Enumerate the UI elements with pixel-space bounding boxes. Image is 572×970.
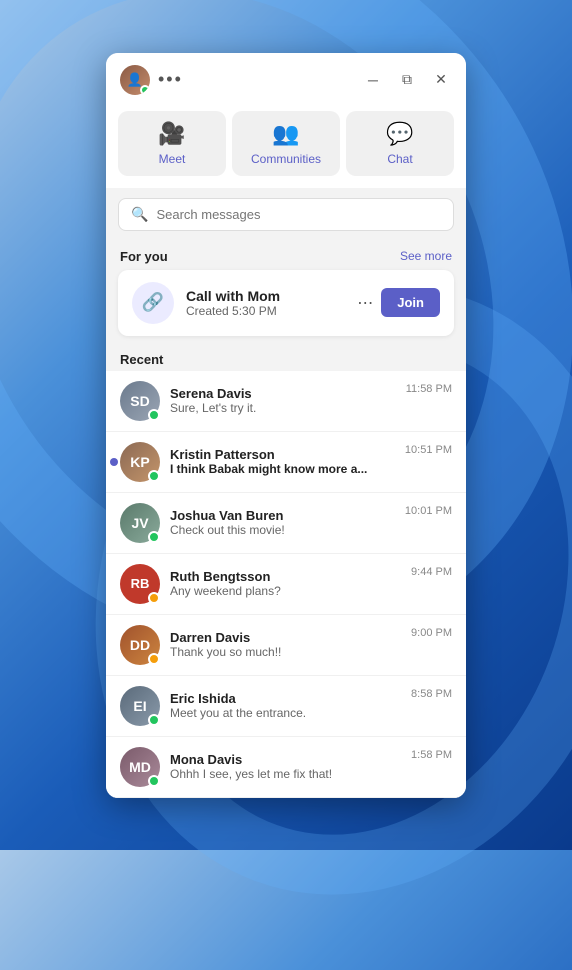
communities-icon: 👥 — [272, 121, 299, 147]
nav-meet-button[interactable]: 🎥 Meet — [118, 111, 226, 176]
chat-content-ruth: Ruth Bengtsson Any weekend plans? — [170, 569, 401, 598]
chat-preview-serena: Sure, Let's try it. — [170, 401, 396, 415]
nav-buttons: 🎥 Meet 👥 Communities 💬 Chat — [106, 103, 466, 188]
status-joshua — [148, 531, 160, 543]
communities-label: Communities — [251, 152, 321, 166]
maximize-button[interactable]: ⧉ — [396, 69, 418, 91]
chat-name-joshua: Joshua Van Buren — [170, 508, 395, 523]
search-input[interactable] — [156, 207, 441, 222]
chat-content-joshua: Joshua Van Buren Check out this movie! — [170, 508, 395, 537]
call-subtitle: Created 5:30 PM — [186, 304, 345, 318]
chat-item-joshua[interactable]: JV Joshua Van Buren Check out this movie… — [106, 493, 466, 554]
recent-header: Recent — [106, 346, 466, 371]
chat-content-serena: Serena Davis Sure, Let's try it. — [170, 386, 396, 415]
status-eric — [148, 714, 160, 726]
avatar-ruth: RB — [120, 564, 160, 604]
chat-name-serena: Serena Davis — [170, 386, 396, 401]
search-container: 🔍 — [106, 188, 466, 241]
chat-name-mona: Mona Davis — [170, 752, 401, 767]
call-title: Call with Mom — [186, 288, 345, 304]
chat-list: SD Serena Davis Sure, Let's try it. 11:5… — [106, 371, 466, 798]
chat-name-ruth: Ruth Bengtsson — [170, 569, 401, 584]
chat-preview-kristin: I think Babak might know more a... — [170, 462, 395, 476]
avatar-mona: MD — [120, 747, 160, 787]
avatar-joshua: JV — [120, 503, 160, 543]
chat-preview-mona: Ohhh I see, yes let me fix that! — [170, 767, 401, 781]
chat-item-eric[interactable]: EI Eric Ishida Meet you at the entrance.… — [106, 676, 466, 737]
chat-item-ruth[interactable]: RB Ruth Bengtsson Any weekend plans? 9:4… — [106, 554, 466, 615]
status-darren — [148, 653, 160, 665]
meet-icon: 🎥 — [158, 121, 185, 147]
avatar-darren: DD — [120, 625, 160, 665]
call-more-button[interactable]: ⋯ — [357, 293, 373, 313]
chat-item-darren[interactable]: DD Darren Davis Thank you so much!! 9:00… — [106, 615, 466, 676]
chat-icon: 💬 — [386, 121, 413, 147]
status-mona — [148, 775, 160, 787]
chat-time-serena: 11:58 PM — [406, 383, 452, 395]
chat-time-darren: 9:00 PM — [411, 627, 452, 639]
title-bar: 👤 ••• ─ ⧉ ✕ — [106, 53, 466, 103]
chat-item-kristin[interactable]: KP Kristin Patterson I think Babak might… — [106, 432, 466, 493]
join-button[interactable]: Join — [381, 288, 440, 317]
chat-content-eric: Eric Ishida Meet you at the entrance. — [170, 691, 401, 720]
chat-preview-eric: Meet you at the entrance. — [170, 706, 401, 720]
chat-time-kristin: 10:51 PM — [405, 444, 452, 456]
call-info: Call with Mom Created 5:30 PM — [186, 288, 345, 318]
status-ruth — [148, 592, 160, 604]
title-bar-left: 👤 ••• — [120, 65, 183, 95]
meet-label: Meet — [159, 152, 186, 166]
chat-preview-darren: Thank you so much!! — [170, 645, 401, 659]
chat-time-joshua: 10:01 PM — [405, 505, 452, 517]
title-bar-controls: ─ ⧉ ✕ — [362, 69, 452, 91]
avatar-serena: SD — [120, 381, 160, 421]
teams-window: 👤 ••• ─ ⧉ ✕ 🎥 Meet 👥 Communities 💬 Chat … — [106, 53, 466, 798]
chat-time-ruth: 9:44 PM — [411, 566, 452, 578]
chat-name-kristin: Kristin Patterson — [170, 447, 395, 462]
avatar-kristin: KP — [120, 442, 160, 482]
chat-preview-joshua: Check out this movie! — [170, 523, 395, 537]
avatar-eric: EI — [120, 686, 160, 726]
chat-content-kristin: Kristin Patterson I think Babak might kn… — [170, 447, 395, 476]
chat-content-mona: Mona Davis Ohhh I see, yes let me fix th… — [170, 752, 401, 781]
more-options-button[interactable]: ••• — [158, 69, 183, 90]
chat-label: Chat — [387, 152, 412, 166]
call-icon: 🔗 — [132, 282, 174, 324]
call-card: 🔗 Call with Mom Created 5:30 PM ⋯ Join — [118, 270, 454, 336]
status-kristin — [148, 470, 160, 482]
for-you-title: For you — [120, 249, 168, 264]
chat-item-serena[interactable]: SD Serena Davis Sure, Let's try it. 11:5… — [106, 371, 466, 432]
chat-content-darren: Darren Davis Thank you so much!! — [170, 630, 401, 659]
minimize-button[interactable]: ─ — [362, 69, 384, 91]
search-icon: 🔍 — [131, 206, 148, 223]
see-more-button[interactable]: See more — [400, 249, 452, 263]
chat-time-mona: 1:58 PM — [411, 749, 452, 761]
call-actions: ⋯ Join — [357, 288, 440, 317]
chat-name-eric: Eric Ishida — [170, 691, 401, 706]
for-you-header: For you See more — [106, 241, 466, 270]
chat-preview-ruth: Any weekend plans? — [170, 584, 401, 598]
user-status-dot — [140, 85, 150, 95]
chat-time-eric: 8:58 PM — [411, 688, 452, 700]
nav-chat-button[interactable]: 💬 Chat — [346, 111, 454, 176]
close-button[interactable]: ✕ — [430, 69, 452, 91]
chat-item-mona[interactable]: MD Mona Davis Ohhh I see, yes let me fix… — [106, 737, 466, 798]
status-serena — [148, 409, 160, 421]
search-box: 🔍 — [118, 198, 454, 231]
chat-name-darren: Darren Davis — [170, 630, 401, 645]
user-avatar[interactable]: 👤 — [120, 65, 150, 95]
nav-communities-button[interactable]: 👥 Communities — [232, 111, 340, 176]
